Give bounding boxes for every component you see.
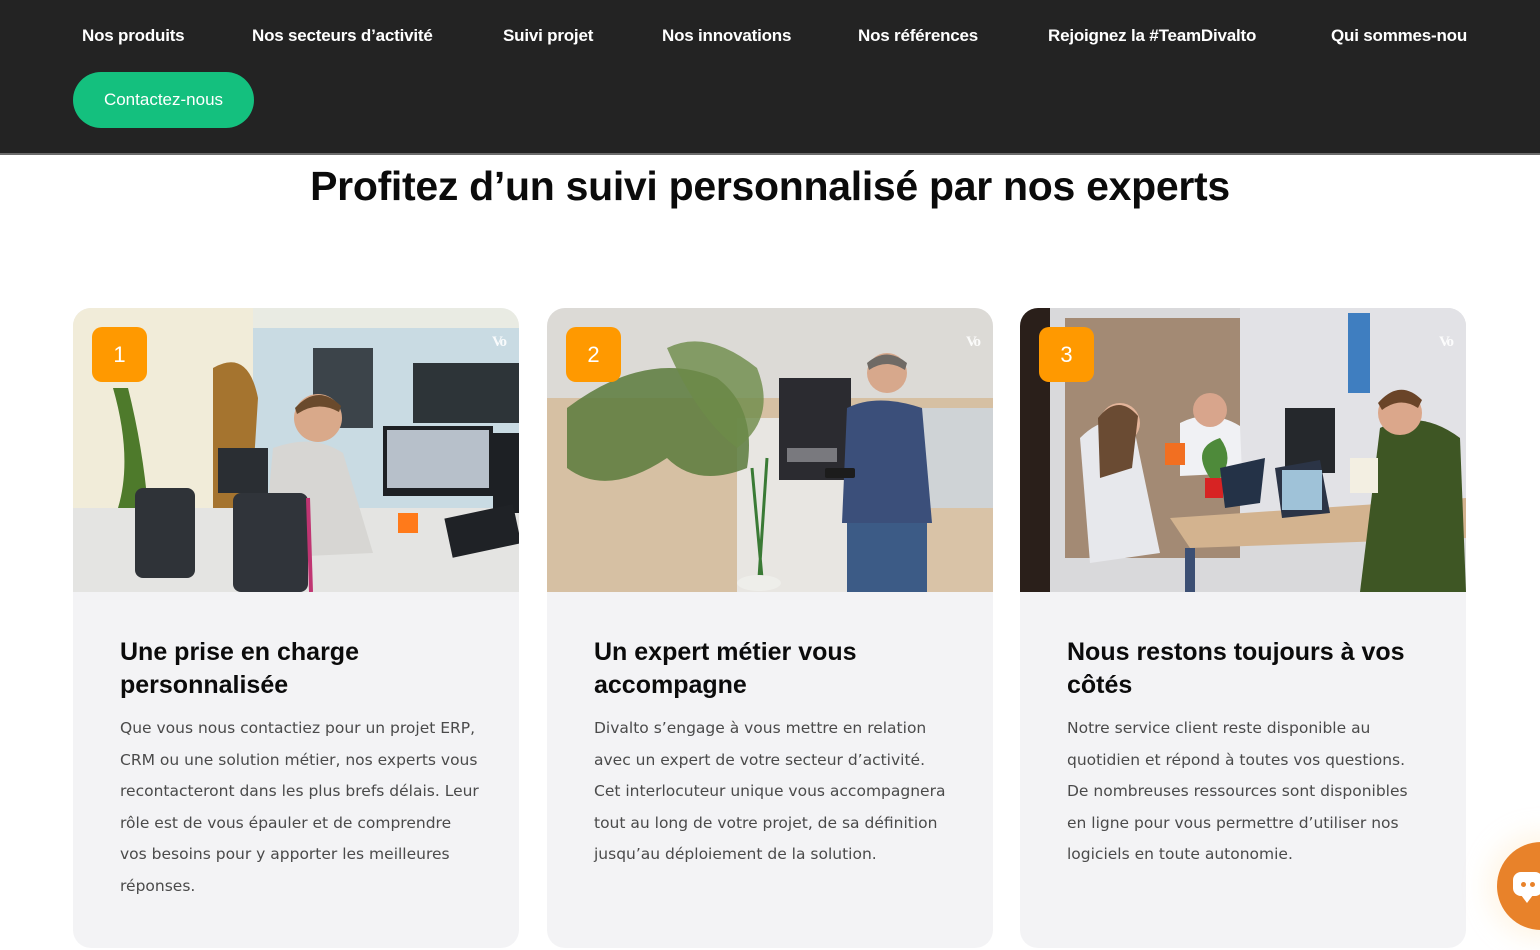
chat-widget-button[interactable] bbox=[1497, 842, 1540, 930]
contact-button[interactable]: Contactez-nous bbox=[73, 72, 254, 128]
nav-item-qui-sommes-nous[interactable]: Qui sommes-nous bbox=[1331, 26, 1467, 46]
nav-item-team[interactable]: Rejoignez la #TeamDivalto bbox=[1048, 26, 1256, 46]
main-nav: Nos produits Nos secteurs d’activité Sui… bbox=[0, 26, 1540, 50]
step-number-badge: 3 bbox=[1039, 327, 1094, 382]
step-card-3: 3 Vo Nous restons toujours à vos côtés N… bbox=[1020, 308, 1466, 948]
card-title: Nous restons toujours à vos côtés bbox=[1067, 638, 1405, 699]
chat-dot-icon bbox=[1530, 882, 1535, 887]
chat-bubble-icon bbox=[1513, 872, 1540, 903]
divalto-watermark-icon: Vo bbox=[492, 334, 507, 350]
nav-item-suivi-projet[interactable]: Suivi projet bbox=[503, 26, 593, 46]
nav-item-secteurs[interactable]: Nos secteurs d’activité bbox=[252, 26, 433, 46]
card-photo: 3 Vo bbox=[1020, 308, 1466, 592]
card-title: Un expert métier vous accompagne bbox=[594, 638, 857, 699]
step-card-1: 1 Vo Une prise en charge personnalisée Q… bbox=[73, 308, 519, 948]
divalto-watermark-icon: Vo bbox=[966, 334, 981, 350]
card-text: Que vous nous contactiez pour un projet … bbox=[120, 719, 479, 895]
section-title: Profitez d’un suivi personnalisé par nos… bbox=[310, 163, 1230, 209]
nav-item-innovations[interactable]: Nos innovations bbox=[662, 26, 791, 46]
site-header: Nos produits Nos secteurs d’activité Sui… bbox=[0, 0, 1540, 155]
step-card-2: 2 Vo Un expert métier vous accompagne Di… bbox=[547, 308, 993, 948]
step-number-badge: 1 bbox=[92, 327, 147, 382]
card-title: Une prise en charge personnalisée bbox=[120, 638, 359, 699]
divalto-watermark-icon: Vo bbox=[1439, 334, 1454, 350]
nav-item-references[interactable]: Nos références bbox=[858, 26, 978, 46]
nav-item-produits[interactable]: Nos produits bbox=[82, 26, 185, 46]
card-text: Notre service client reste disponible au… bbox=[1067, 719, 1408, 863]
card-photo: 1 Vo bbox=[73, 308, 519, 592]
step-number-badge: 2 bbox=[566, 327, 621, 382]
card-text: Divalto s’engage à vous mettre en relati… bbox=[594, 719, 946, 863]
chat-dot-icon bbox=[1521, 882, 1526, 887]
card-photo: 2 Vo bbox=[547, 308, 993, 592]
